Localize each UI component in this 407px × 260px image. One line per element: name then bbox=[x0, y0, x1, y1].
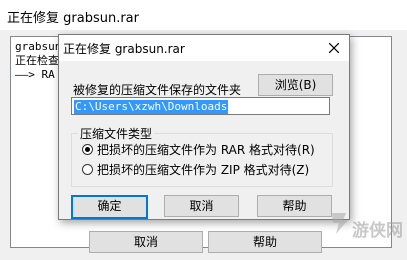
cancel-button[interactable]: 取消 bbox=[164, 195, 239, 217]
browse-button[interactable]: 浏览(B) bbox=[258, 74, 333, 96]
log-line: grabsun bbox=[15, 40, 62, 53]
rar-format-option[interactable]: 把损坏的压缩文件作为 RAR 格式对待(R) bbox=[82, 141, 315, 158]
background-help-button[interactable]: 帮助 bbox=[208, 231, 322, 253]
archive-type-group: 压缩文件类型 把损坏的压缩文件作为 RAR 格式对待(R) 把损坏的压缩文件作为… bbox=[71, 125, 333, 187]
watermark-text: 游侠网 bbox=[352, 221, 403, 241]
archive-type-group-title: 压缩文件类型 bbox=[78, 125, 155, 142]
zip-format-option[interactable]: 把损坏的压缩文件作为 ZIP 格式对待(Z) bbox=[82, 161, 309, 178]
log-line: ——> RA bbox=[15, 68, 55, 81]
rar-format-label: 把损坏的压缩文件作为 RAR 格式对待(R) bbox=[97, 143, 315, 157]
rar-format-radio[interactable] bbox=[82, 144, 93, 155]
background-cancel-button[interactable]: 取消 bbox=[89, 231, 203, 253]
close-icon bbox=[329, 43, 339, 53]
help-button[interactable]: 帮助 bbox=[257, 195, 332, 217]
ok-button[interactable]: 确定 bbox=[71, 195, 148, 219]
watermark: 游侠网 bbox=[328, 210, 403, 241]
background-window-title: 正在修复 grabsun.rar bbox=[7, 11, 139, 26]
background-titlebar: 正在修复 grabsun.rar bbox=[0, 0, 407, 30]
close-button[interactable] bbox=[319, 35, 349, 61]
destination-folder-value: C:\Users\xzwh\Downloads bbox=[74, 100, 229, 114]
destination-folder-label: 被修复的压缩文件保存的文件夹 bbox=[73, 83, 242, 97]
dialog-title: 正在修复 grabsun.rar bbox=[63, 42, 185, 56]
destination-folder-input[interactable]: C:\Users\xzwh\Downloads bbox=[71, 97, 330, 115]
log-line: 正在检查 bbox=[15, 54, 59, 67]
dialog-titlebar[interactable]: 正在修复 grabsun.rar bbox=[59, 35, 349, 61]
zip-format-label: 把损坏的压缩文件作为 ZIP 格式对待(Z) bbox=[97, 163, 310, 177]
zip-format-radio[interactable] bbox=[82, 164, 93, 175]
repair-dialog: 正在修复 grabsun.rar 被修复的压缩文件保存的文件夹 浏览(B) C:… bbox=[58, 34, 350, 220]
watermark-logo-icon bbox=[332, 213, 348, 234]
